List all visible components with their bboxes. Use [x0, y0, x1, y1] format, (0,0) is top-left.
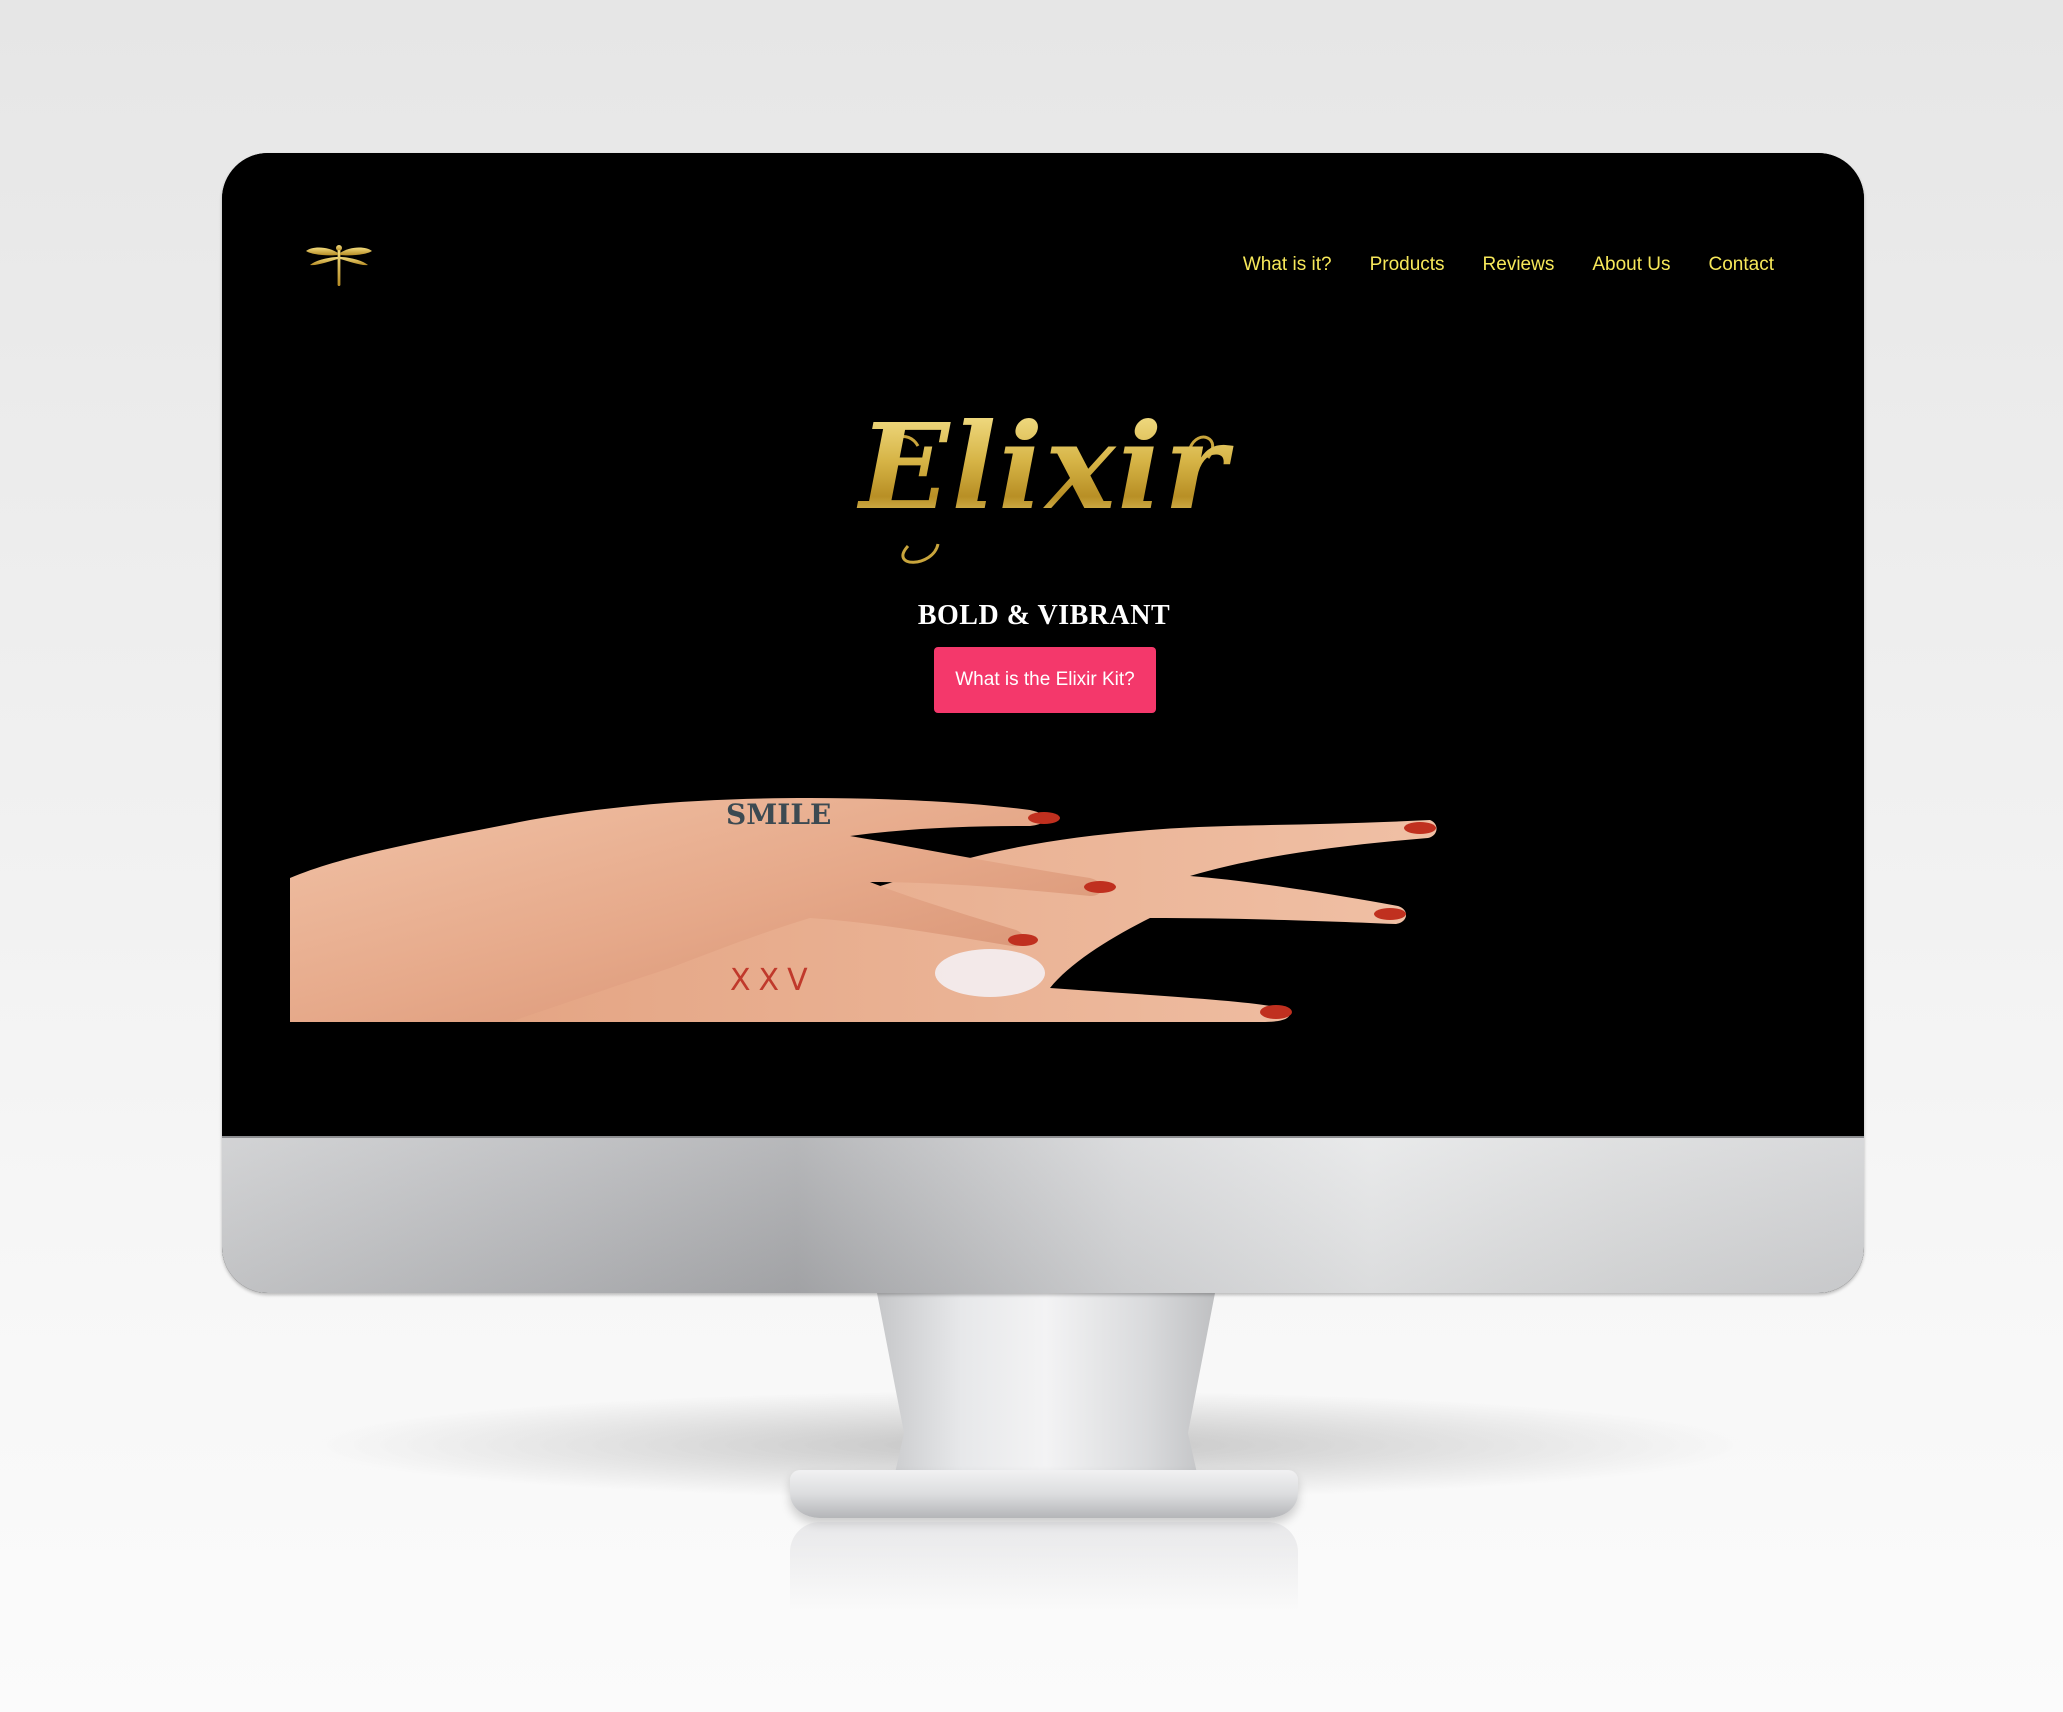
stand-reflection [790, 1522, 1298, 1612]
monitor-stand-base [790, 1470, 1298, 1518]
monitor-stand-neck [877, 1293, 1215, 1493]
finger-tattoo: SMILE [726, 798, 831, 831]
hero-hands-image: SMILE XXV [290, 798, 1437, 1022]
main-nav: What is it? Products Reviews About Us Co… [1243, 254, 1774, 276]
elixir-kit-cta-button[interactable]: What is the Elixir Kit? [934, 647, 1156, 713]
website-screen: What is it? Products Reviews About Us Co… [290, 218, 1798, 1022]
monitor: What is it? Products Reviews About Us Co… [222, 153, 1864, 1293]
dragonfly-icon[interactable] [304, 240, 374, 290]
nav-link-contact[interactable]: Contact [1709, 254, 1774, 276]
hand-tattoo: XXV [730, 963, 816, 998]
site-header: What is it? Products Reviews About Us Co… [290, 218, 1798, 338]
nav-link-products[interactable]: Products [1370, 254, 1445, 276]
nav-link-reviews[interactable]: Reviews [1483, 254, 1555, 276]
hero-tagline: BOLD & VIBRANT [917, 600, 1171, 631]
monitor-chin [222, 1136, 1864, 1293]
nav-link-what-is-it[interactable]: What is it? [1243, 254, 1332, 276]
nav-link-about-us[interactable]: About Us [1592, 254, 1670, 276]
hero-title: Elixir [290, 408, 1798, 526]
